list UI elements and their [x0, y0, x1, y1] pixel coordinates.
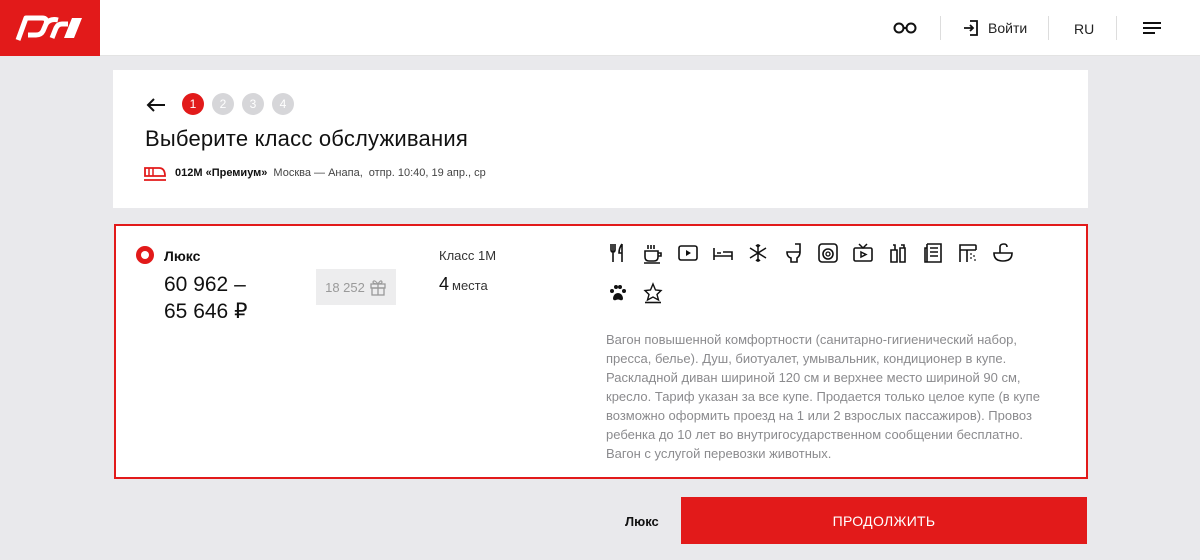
shower-icon[interactable] [956, 242, 980, 264]
coffee-icon[interactable] [641, 242, 665, 264]
option-name: Люкс [164, 248, 201, 264]
car-class: Класс 1М [439, 248, 497, 263]
wizard-step: 2 [212, 93, 234, 115]
service-class-option[interactable]: Люкс 60 962 – 65 646 ₽ 18 252 Класс 1М 4… [114, 224, 1088, 479]
login-button[interactable]: Войти [962, 19, 1027, 37]
login-label: Войти [988, 20, 1028, 36]
tv-icon[interactable] [851, 242, 875, 264]
air-conditioner-icon[interactable] [746, 242, 770, 264]
header-divider [1048, 16, 1049, 40]
header-divider [940, 16, 941, 40]
price-range-from: 60 962 – [164, 273, 246, 296]
bed-icon[interactable] [711, 242, 735, 264]
language-switch[interactable]: RU [1074, 21, 1094, 37]
train-info: 012М «Премиум» Москва — Анапа, отпр. 10:… [143, 164, 486, 182]
hygiene-kit-icon[interactable] [886, 242, 910, 264]
amenities-list [606, 242, 1046, 304]
menu-icon[interactable] [1142, 20, 1162, 41]
video-icon[interactable] [676, 242, 700, 264]
washing-machine-icon[interactable] [816, 242, 840, 264]
glasses-icon[interactable] [892, 18, 918, 43]
back-arrow-icon[interactable] [146, 98, 166, 117]
bonus-points: 18 252 [325, 279, 365, 295]
washbasin-icon[interactable] [991, 242, 1015, 264]
train-route: Москва — Анапа, [273, 167, 363, 179]
seats-available: 4 места [439, 274, 488, 295]
bonus-badge[interactable]: 18 252 [316, 269, 396, 305]
seats-label: места [452, 278, 488, 293]
continue-button[interactable]: ПРОДОЛЖИТЬ [681, 497, 1087, 544]
header-divider [1116, 16, 1117, 40]
train-number: 012М «Премиум» [175, 167, 268, 179]
train-departure: отпр. 10:40, 19 апр., ср [368, 167, 486, 179]
gift-icon [370, 280, 386, 296]
option-price: 60 962 – 65 646 ₽ [164, 271, 314, 325]
seats-count: 4 [439, 274, 450, 294]
wizard-step: 3 [242, 93, 264, 115]
login-icon [964, 20, 978, 36]
toilet-icon[interactable] [781, 242, 805, 264]
rzd-logo[interactable] [0, 0, 100, 56]
page-title: Выберите класс обслуживания [145, 126, 468, 151]
press-icon[interactable] [921, 242, 945, 264]
pets-icon[interactable] [606, 282, 630, 304]
wizard-steps: 1 2 3 4 [182, 93, 294, 115]
premium-service-icon[interactable] [641, 282, 665, 304]
wizard-step: 1 [182, 93, 204, 115]
top-bar: Войти RU [0, 0, 1200, 56]
option-radio[interactable] [136, 246, 154, 264]
title-card: 1 2 3 4 Выберите класс обслуживания 012М… [113, 70, 1088, 208]
wizard-step: 4 [272, 93, 294, 115]
selected-class-label: Люкс [625, 514, 659, 529]
price-range-to: 65 646 ₽ [164, 300, 248, 323]
train-icon [144, 167, 166, 181]
option-description: Вагон повышенной комфортности (санитарно… [606, 332, 1040, 461]
restaurant-icon[interactable] [606, 242, 630, 264]
